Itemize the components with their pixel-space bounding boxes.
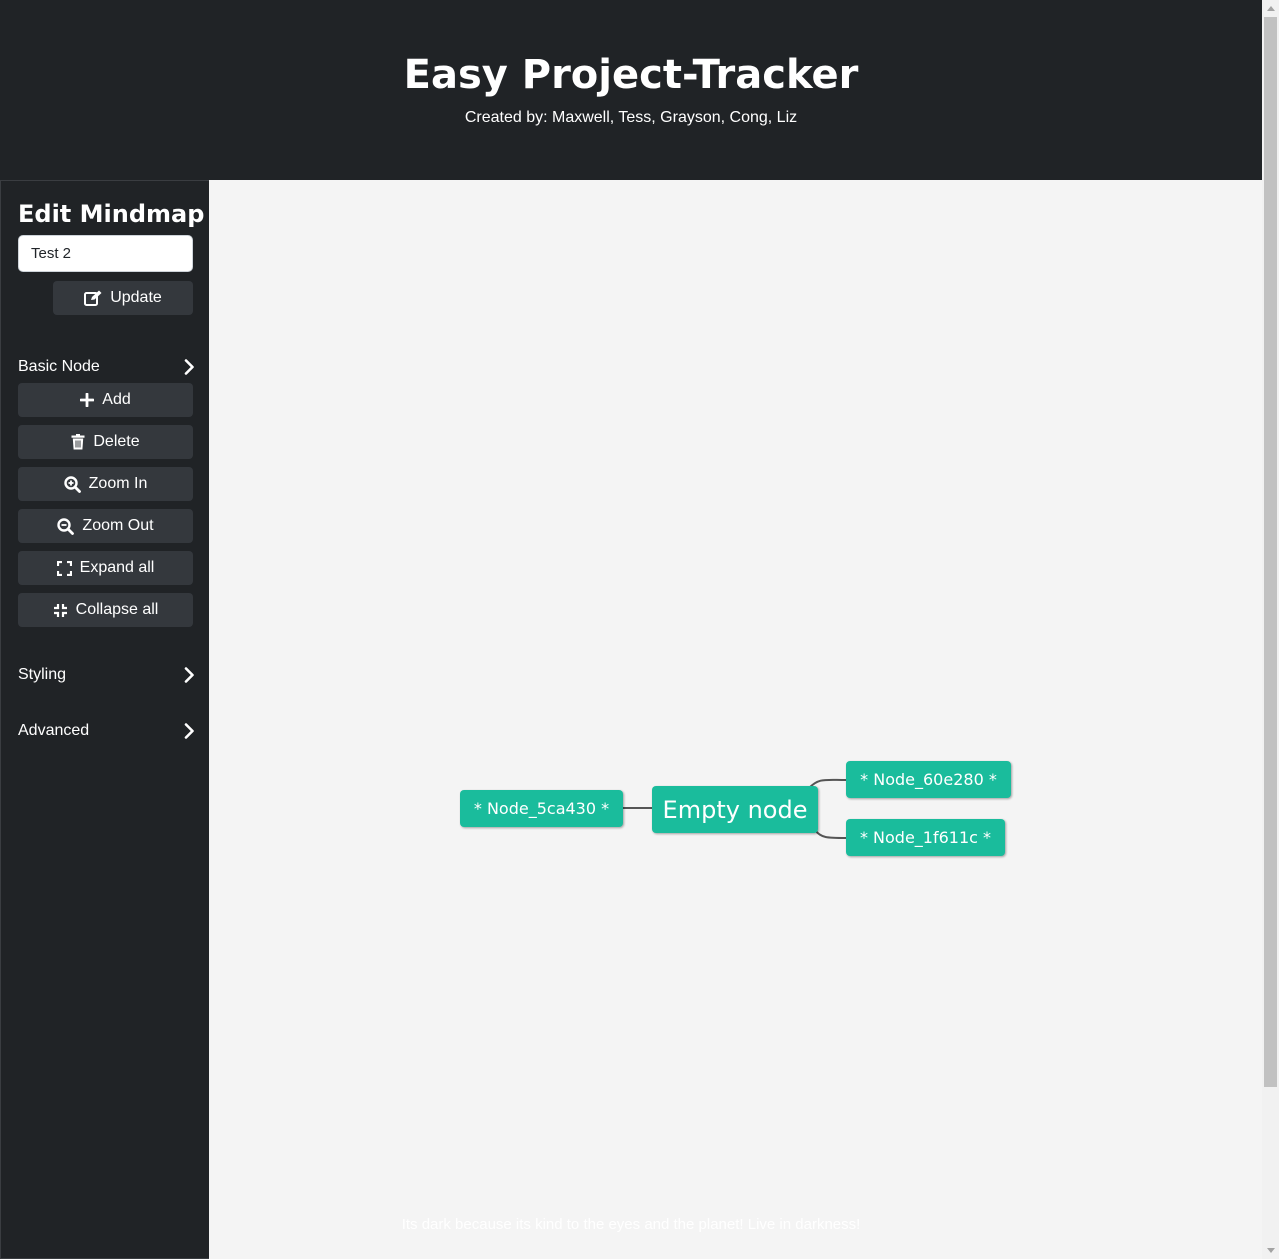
- root-node-label: Empty node: [662, 795, 808, 824]
- page-header: Easy Project-Tracker Created by: Maxwell…: [0, 0, 1262, 180]
- sidebar: Edit Mindmap Update Basic Node Add Delet…: [0, 180, 209, 1259]
- advanced-label: Advanced: [18, 722, 90, 739]
- mindmap-root-node[interactable]: Empty node: [652, 786, 818, 833]
- expand-all-label: Expand all: [79, 559, 155, 576]
- update-label: Update: [110, 289, 162, 306]
- delete-node-button[interactable]: Delete: [18, 425, 193, 459]
- node-label: * Node_1f611c *: [859, 828, 992, 847]
- credits-text: Created by: Maxwell, Tess, Grayson, Cong…: [464, 109, 798, 126]
- styling-label: Styling: [18, 666, 67, 683]
- mindmap-node-right-bottom[interactable]: * Node_1f611c *: [846, 819, 1005, 856]
- zoom-out-button[interactable]: Zoom Out: [18, 509, 193, 543]
- advanced-section-toggle[interactable]: Advanced: [18, 720, 194, 742]
- vertical-scrollbar[interactable]: [1262, 0, 1279, 1259]
- chevron-right-icon: [184, 723, 194, 739]
- zoom-out-label: Zoom Out: [82, 517, 154, 534]
- basic-node-label: Basic Node: [18, 358, 100, 375]
- mindmap-name-input[interactable]: [18, 235, 193, 272]
- delete-label: Delete: [93, 433, 140, 450]
- mindmap-canvas[interactable]: * Node_5ca430 * Empty node * Node_60e280…: [209, 180, 1262, 1259]
- expand-all-button[interactable]: Expand all: [18, 551, 193, 585]
- footer-text: Its dark because its kind to the eyes an…: [401, 1216, 861, 1233]
- zoom-in-button[interactable]: Zoom In: [18, 467, 193, 501]
- chevron-right-icon: [184, 359, 194, 375]
- scroll-down-arrow-icon[interactable]: [1262, 1242, 1279, 1259]
- update-button[interactable]: Update: [53, 281, 193, 315]
- collapse-all-label: Collapse all: [75, 601, 159, 618]
- plus-icon: [80, 393, 95, 407]
- scroll-up-arrow-icon[interactable]: [1262, 0, 1279, 17]
- connector-right-bottom: [814, 829, 847, 839]
- mindmap-node-left[interactable]: * Node_5ca430 *: [460, 790, 623, 827]
- sidebar-title: Edit Mindmap: [18, 200, 205, 228]
- node-label: * Node_60e280 *: [860, 770, 997, 789]
- trash-icon: [71, 434, 85, 450]
- app-title: Easy Project-Tracker: [403, 52, 859, 98]
- zoom-out-icon: [57, 517, 75, 535]
- collapse-all-button[interactable]: Collapse all: [18, 593, 193, 627]
- compress-icon: [53, 603, 67, 617]
- expand-icon: [56, 560, 72, 576]
- zoom-in-icon: [63, 475, 81, 493]
- chevron-right-icon: [184, 667, 194, 683]
- add-node-button[interactable]: Add: [18, 383, 193, 417]
- edit-icon: [84, 290, 102, 306]
- scrollbar-thumb[interactable]: [1264, 17, 1277, 1087]
- mindmap-node-right-top[interactable]: * Node_60e280 *: [846, 761, 1011, 798]
- zoom-in-label: Zoom In: [88, 475, 148, 492]
- styling-section-toggle[interactable]: Styling: [18, 664, 194, 686]
- node-label: * Node_5ca430 *: [473, 799, 610, 818]
- basic-node-section-toggle[interactable]: Basic Node: [18, 356, 194, 378]
- add-label: Add: [102, 391, 131, 408]
- mindmap-connectors: [622, 778, 847, 839]
